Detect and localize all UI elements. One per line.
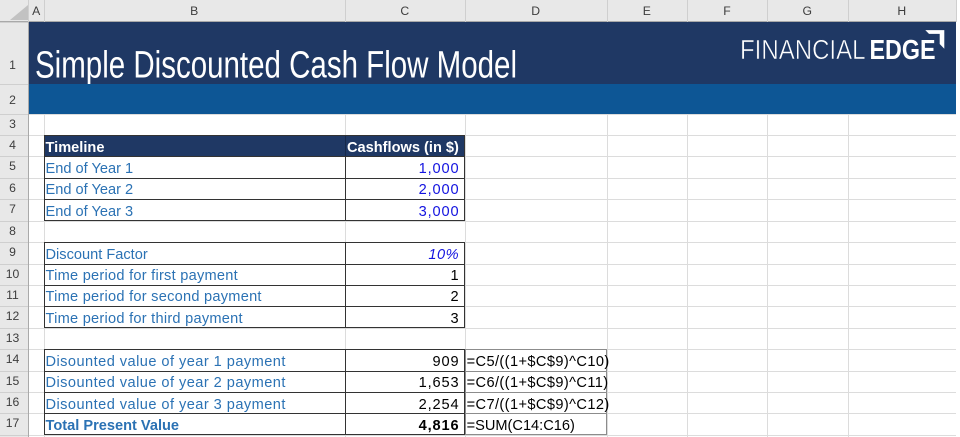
- svg-text:EDGE: EDGE: [870, 34, 936, 65]
- svg-text:Simple Discounted Cash Flow Mo: Simple Discounted Cash Flow Model: [35, 44, 517, 84]
- svg-text:FINANCIAL: FINANCIAL: [740, 34, 866, 65]
